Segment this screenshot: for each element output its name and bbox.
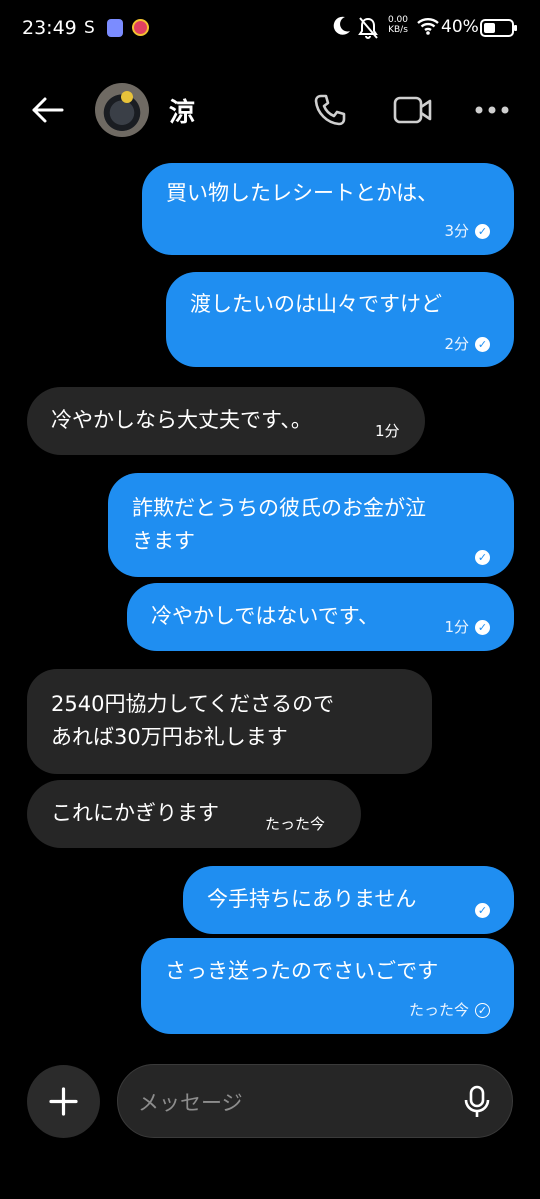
read-check-icon: ✓ [475, 550, 490, 565]
message-text: 買い物したレシートとかは、 [166, 181, 439, 205]
message-text-line-1: 2540円協力してくださるので [51, 692, 335, 716]
message-text: 冷やかしなら大丈夫です、。 [51, 408, 312, 432]
message-text: 今手持ちにありません [207, 887, 417, 911]
read-check-icon: ✓ [475, 224, 490, 239]
message-time: たった今 [408, 1001, 469, 1019]
avatar-badge [121, 91, 133, 103]
sent-message[interactable]: 詐欺だとうちの彼氏のお金が泣 きます ✓ [108, 473, 514, 577]
message-text: 冷やかしではないです、 [151, 604, 380, 628]
message-meta: ✓ [469, 894, 490, 927]
sent-message[interactable]: 買い物したレシートとかは、 3分 ✓ [142, 163, 514, 255]
network-speed-value: 0.00 [387, 15, 409, 25]
message-text: 渡したいのは山々ですけど [190, 292, 442, 316]
message-input[interactable]: メッセージ [117, 1064, 513, 1138]
read-check-icon: ✓ [475, 903, 490, 918]
sent-message[interactable]: さっき送ったのでさいごです たった今 ✓ [141, 938, 514, 1034]
game-notification-icon [132, 19, 149, 36]
message-text: さっき送ったのでさいごです [165, 959, 439, 983]
message-text-line-1: 詐欺だとうちの彼氏のお金が泣 [132, 496, 426, 520]
moon-icon [333, 16, 350, 35]
message-time: 1分 [444, 618, 469, 636]
add-attachment-button[interactable] [27, 1065, 100, 1138]
message-meta: 2分 ✓ [444, 328, 490, 361]
read-check-icon: ✓ [475, 620, 490, 635]
message-meta: たった今 ✓ [409, 994, 490, 1027]
carrier-s-icon: S [84, 18, 95, 38]
status-time: 23:49 [22, 17, 77, 39]
received-message[interactable]: これにかぎります たった今 [27, 780, 361, 848]
read-check-icon: ✓ [475, 337, 490, 352]
status-bar: 23:49 S 0.00 KB/s 40% [0, 0, 540, 58]
sent-check-icon: ✓ [475, 1003, 490, 1018]
contact-avatar[interactable] [95, 83, 149, 137]
wifi-icon [417, 18, 439, 35]
chat-header: 涼 [0, 70, 540, 150]
contact-name[interactable]: 涼 [169, 92, 195, 129]
message-time: 3分 [444, 222, 469, 240]
message-time: 2分 [444, 335, 469, 353]
message-time: 1分 [375, 422, 400, 440]
message-input-placeholder: メッセージ [138, 1091, 243, 1115]
message-text-line-2: きます [132, 529, 195, 553]
message-meta: ✓ [469, 541, 490, 574]
received-message[interactable]: 冷やかしなら大丈夫です、。 1分 [27, 387, 425, 455]
message-meta: 3分 ✓ [444, 215, 490, 248]
message-meta: 1分 ✓ [444, 611, 490, 644]
battery-percent: 40% [441, 17, 479, 37]
received-message[interactable]: 2540円協力してくださるので あれば30万円お礼します [27, 669, 432, 774]
app-notification-icon [107, 19, 123, 37]
network-speed-unit: KB/s [388, 25, 408, 35]
plus-icon [49, 1087, 78, 1116]
sent-message[interactable]: 渡したいのは山々ですけど 2分 ✓ [166, 272, 514, 367]
video-camera-icon[interactable] [393, 94, 433, 126]
microphone-icon[interactable] [462, 1085, 492, 1119]
phone-icon[interactable] [312, 92, 348, 128]
message-text-line-2: あれば30万円お礼します [51, 725, 288, 749]
sent-message[interactable]: 冷やかしではないです、 1分 ✓ [127, 583, 514, 651]
battery-icon [480, 19, 517, 37]
sent-message[interactable]: 今手持ちにありません ✓ [183, 866, 514, 934]
bell-muted-icon [358, 17, 378, 39]
message-time: たった今 [265, 815, 326, 833]
more-icon[interactable] [474, 100, 510, 120]
message-text: これにかぎります [51, 801, 219, 825]
back-arrow-icon[interactable] [30, 92, 66, 128]
network-speed: 0.00 KB/s [384, 15, 412, 35]
